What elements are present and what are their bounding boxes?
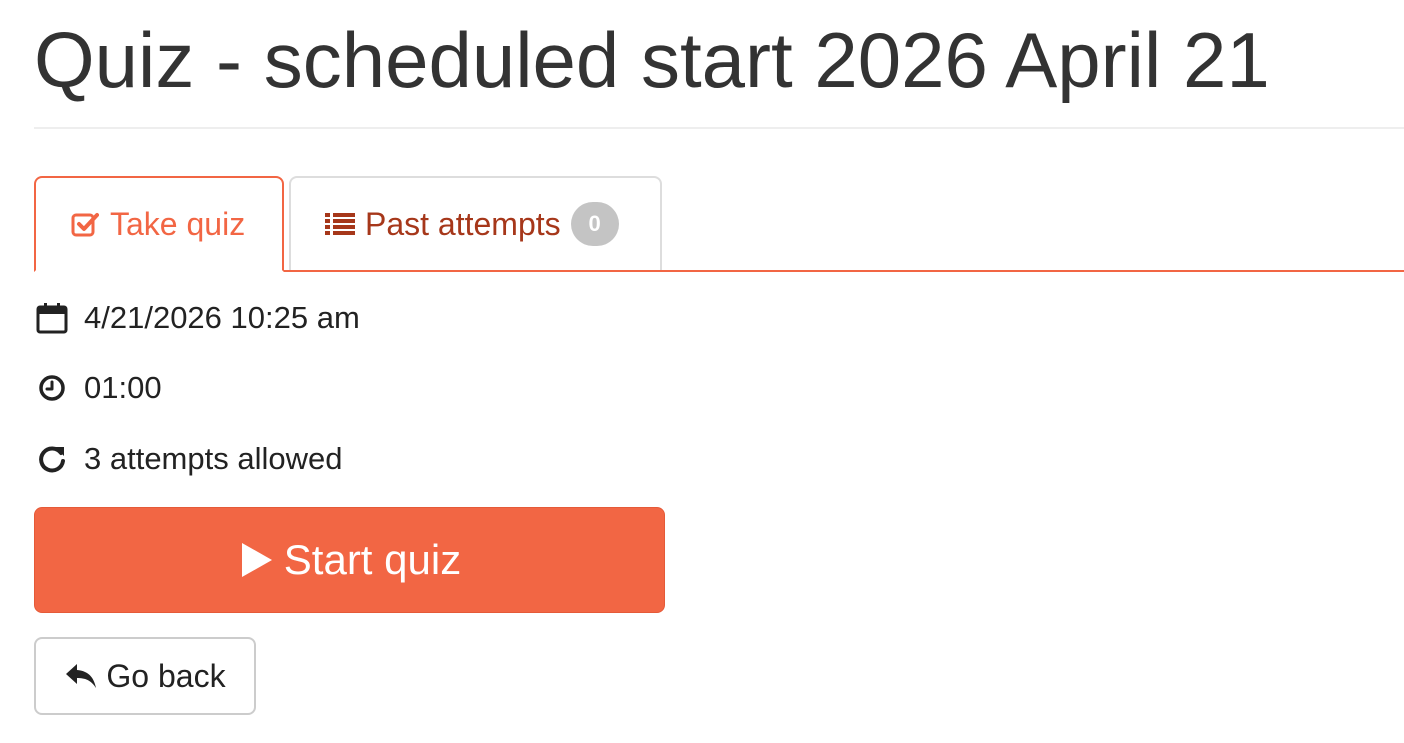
page-title: Quiz - scheduled start 2026 April 21 [34,16,1270,104]
start-quiz-label: Start quiz [283,536,462,583]
list-icon [325,209,355,239]
past-attempts-count-badge: 0 [570,202,619,246]
title-divider [34,127,1404,129]
check-square-icon [70,209,100,239]
go-back-label: Go back [106,657,226,694]
quiz-tabs: Take quiz Past attempts 0 [34,176,1404,272]
clock-icon [34,370,70,406]
duration-row: 01:00 [34,370,162,406]
duration-value: 01:00 [84,370,162,405]
tab-past-attempts[interactable]: Past attempts 0 [289,176,662,270]
start-date-row: 4/21/2026 10:25 am [34,300,360,336]
tab-take-quiz[interactable]: Take quiz [34,176,284,272]
attempts-allowed: 3 attempts allowed [84,441,343,476]
calendar-icon [34,300,70,336]
play-icon [238,540,276,580]
start-quiz-button[interactable]: Start quiz [34,507,665,613]
tab-past-attempts-label: Past attempts [365,205,561,242]
quiz-page: Quiz - scheduled start 2026 April 21 Tak… [34,0,1404,743]
attempts-row: 3 attempts allowed [34,441,342,477]
reply-icon [64,661,98,691]
go-back-button[interactable]: Go back [34,637,256,715]
tab-take-quiz-label: Take quiz [110,205,246,242]
refresh-icon [34,441,70,477]
start-datetime: 4/21/2026 10:25 am [84,300,360,335]
